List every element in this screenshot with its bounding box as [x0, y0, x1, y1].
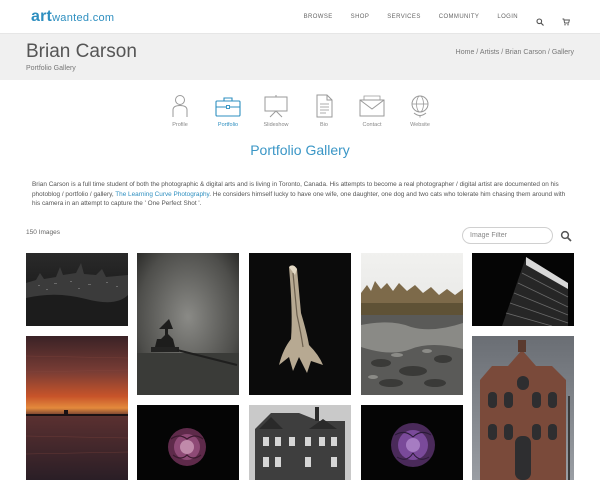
tab-slideshow[interactable]: Slideshow	[256, 94, 296, 134]
image-count: 150 Images	[26, 229, 60, 236]
tab-label: Portfolio	[217, 122, 239, 128]
search-icon[interactable]	[536, 13, 544, 26]
nav-login[interactable]: LOGIN	[497, 14, 518, 20]
main-menu: BROWSE SHOP SERVICES COMMUNITY LOGIN	[286, 0, 570, 34]
profile-tabs: Profile Portfolio Slideshow Bio Contact …	[160, 94, 440, 134]
gallery-thumbnail[interactable]	[472, 336, 574, 480]
breadcrumb-gallery: Gallery	[551, 49, 574, 56]
artist-bio: Brian Carson is a full time student of b…	[32, 180, 572, 209]
tab-bio[interactable]: Bio	[304, 94, 344, 134]
gallery-thumbnail[interactable]	[249, 405, 351, 480]
tab-contact[interactable]: Contact	[352, 94, 392, 134]
gallery-title: Portfolio Gallery	[250, 142, 350, 158]
envelope-icon	[359, 95, 385, 117]
globe-icon	[411, 95, 429, 118]
breadcrumb-artists[interactable]: Artists	[480, 49, 499, 56]
breadcrumb: Home / Artists / Brian Carson / Gallery	[456, 49, 574, 56]
document-icon	[316, 94, 333, 118]
tab-portfolio[interactable]: Portfolio	[208, 94, 248, 134]
gallery-thumbnail[interactable]	[137, 253, 239, 395]
tab-label: Contact	[362, 122, 382, 128]
logo-part-art: art	[31, 8, 53, 25]
gallery-thumbnail[interactable]	[137, 405, 239, 480]
gallery-thumbnail[interactable]	[361, 253, 463, 395]
logo-part-wanted: wanted.com	[52, 12, 115, 24]
nav-services[interactable]: SERVICES	[387, 14, 420, 20]
gallery-thumbnail[interactable]	[361, 405, 463, 480]
page-header: Brian Carson Portfolio Gallery Home / Ar…	[0, 34, 600, 80]
briefcase-icon	[215, 97, 241, 117]
gallery-thumbnail[interactable]	[249, 253, 351, 395]
tab-website[interactable]: Website	[400, 94, 440, 134]
page-title: Brian Carson	[26, 41, 137, 62]
tab-profile[interactable]: Profile	[160, 94, 200, 134]
cart-icon[interactable]	[562, 13, 570, 26]
tab-label: Website	[410, 122, 430, 128]
gallery-thumbnail[interactable]	[472, 253, 574, 326]
tab-label: Profile	[172, 122, 188, 128]
gallery-thumbnail[interactable]	[26, 253, 128, 326]
image-filter-input[interactable]	[462, 227, 553, 244]
top-navigation: artwanted.com BROWSE SHOP SERVICES COMMU…	[0, 0, 600, 34]
easel-icon	[264, 95, 288, 118]
nav-shop[interactable]: SHOP	[351, 14, 370, 20]
nav-community[interactable]: COMMUNITY	[439, 14, 480, 20]
page-subtitle: Portfolio Gallery	[26, 65, 76, 72]
nav-browse[interactable]: BROWSE	[304, 14, 333, 20]
gallery-thumbnail[interactable]	[26, 336, 128, 480]
tab-label: Slideshow	[263, 122, 289, 128]
breadcrumb-artist[interactable]: Brian Carson	[505, 49, 546, 56]
person-icon	[172, 95, 188, 117]
breadcrumb-home[interactable]: Home	[456, 49, 475, 56]
search-icon[interactable]	[560, 229, 572, 242]
site-logo[interactable]: artwanted.com	[31, 9, 114, 26]
photoblog-link[interactable]: The Learning Curve Photography	[115, 191, 209, 198]
tab-label: Bio	[320, 122, 328, 128]
